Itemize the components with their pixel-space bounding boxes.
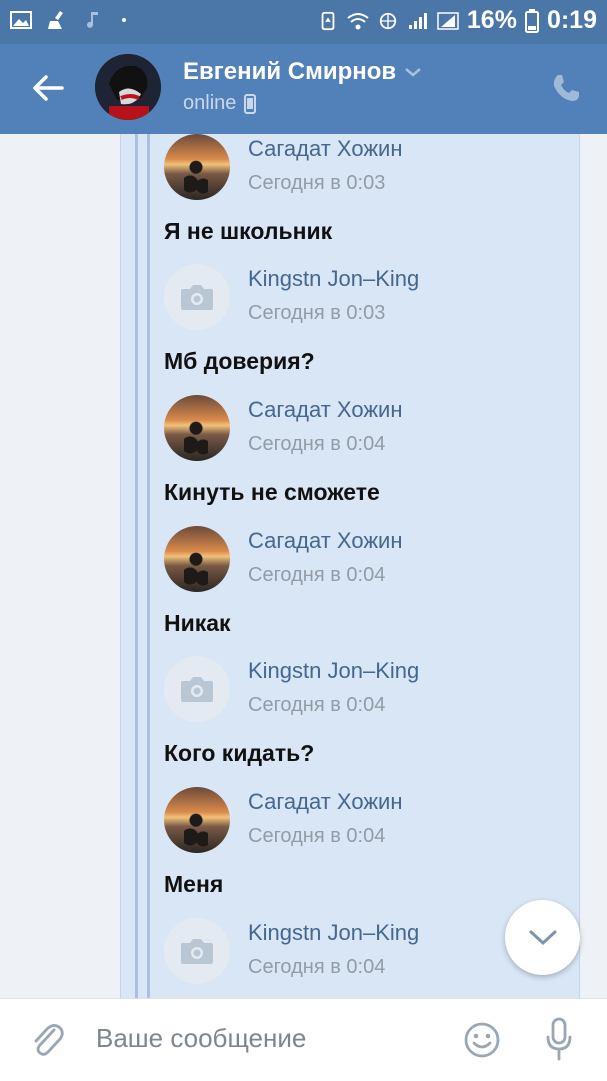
avatar-placeholder[interactable] <box>164 656 230 722</box>
scroll-down-button[interactable] <box>505 900 580 975</box>
avatar[interactable] <box>95 54 161 120</box>
camera-icon <box>181 939 213 964</box>
hotspot-icon <box>379 12 397 29</box>
message-text: Меня <box>164 871 224 897</box>
contact-name: Евгений Смирнов <box>183 58 397 85</box>
paperclip-icon[interactable] <box>30 1021 64 1059</box>
battery-percent: 16% <box>466 6 517 34</box>
status-text: online <box>183 92 237 114</box>
smile-icon[interactable] <box>463 1021 501 1059</box>
message-time: Сегодня в 0:03 <box>248 172 386 194</box>
back-arrow-icon[interactable] <box>30 70 66 106</box>
message-time: Сегодня в 0:04 <box>248 564 386 586</box>
clock: 0:19 <box>546 6 597 34</box>
message-text: Я не школьник <box>164 218 333 244</box>
message-author[interactable]: Сагадат Хожин <box>248 789 403 815</box>
message-input[interactable]: Ваше сообщение <box>96 1023 306 1054</box>
camera-icon <box>181 285 213 310</box>
avatar[interactable] <box>164 526 230 592</box>
message-time: Сегодня в 0:04 <box>248 433 386 455</box>
chat-title[interactable]: Евгений Смирнов <box>183 58 422 86</box>
avatar[interactable] <box>164 395 230 461</box>
avatar-placeholder[interactable] <box>164 264 230 330</box>
mobile-icon <box>244 93 257 114</box>
dot-icon <box>122 18 126 22</box>
message-author[interactable]: Сагадат Хожин <box>248 528 403 554</box>
wifi-icon <box>347 12 369 29</box>
message-feed[interactable]: Сагадат Хожин Сегодня в 0:03 Я не школьник… <box>0 134 607 998</box>
message-text: Никак <box>164 610 231 636</box>
message-composer: Ваше сообщение <box>0 998 607 1081</box>
contact-status: online <box>183 92 257 115</box>
message-time: Сегодня в 0:04 <box>248 825 386 847</box>
camera-icon <box>181 677 213 702</box>
avatar[interactable] <box>164 134 230 200</box>
chevron-down-icon <box>405 68 422 77</box>
signal-icon <box>437 11 459 30</box>
chat-header: Евгений Смирнов online <box>0 44 607 134</box>
message-time: Сегодня в 0:04 <box>248 694 386 716</box>
signal-icon <box>408 12 427 29</box>
cleaner-icon <box>48 11 63 29</box>
image-icon <box>10 11 32 29</box>
forward-indent-line <box>135 134 138 998</box>
forward-indent-line <box>147 134 150 998</box>
chevron-down-icon <box>529 930 556 945</box>
avatar-placeholder[interactable] <box>164 918 230 984</box>
music-note-icon <box>87 12 98 28</box>
phone-icon[interactable] <box>550 72 582 104</box>
avatar-image <box>95 54 161 120</box>
avatar[interactable] <box>164 787 230 853</box>
battery-saver-icon <box>321 11 335 30</box>
message-time: Сегодня в 0:04 <box>248 956 386 978</box>
message-author[interactable]: Kingstn Jon–King <box>248 266 419 292</box>
message-author[interactable]: Сагадат Хожин <box>248 136 403 162</box>
microphone-icon[interactable] <box>545 1017 573 1061</box>
message-text: Кинуть не сможете <box>164 479 380 505</box>
message-text: Мб доверия? <box>164 348 315 374</box>
message-author[interactable]: Kingstn Jon–King <box>248 658 419 684</box>
message-author[interactable]: Сагадат Хожин <box>248 397 403 423</box>
status-bar: 16% 0:19 <box>0 0 607 44</box>
message-author[interactable]: Kingstn Jon–King <box>248 920 419 946</box>
battery-icon <box>524 8 539 33</box>
message-time: Сегодня в 0:03 <box>248 302 386 324</box>
message-text: Кого кидать? <box>164 740 315 766</box>
